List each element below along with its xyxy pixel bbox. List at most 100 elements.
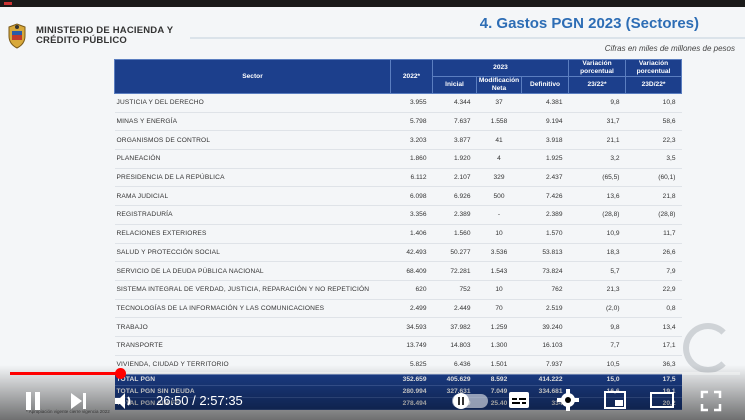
cell-sector: SISTEMA INTEGRAL DE VERDAD, JUSTICIA, RE… (114, 280, 391, 300)
cell-2022: 13.749 (390, 336, 433, 356)
next-icon[interactable] (68, 390, 90, 412)
cell-variacion-23d-22: (60,1) (625, 168, 682, 188)
cell-definitivo: 39.240 (521, 317, 569, 337)
miniplayer-icon[interactable] (604, 391, 626, 409)
table-row: SERVICIO DE LA DEUDA PÚBLICA NACIONAL 68.… (114, 261, 682, 281)
cell-inicial: 2.107 (432, 168, 477, 188)
cell-variacion-23-22: 5,7 (568, 261, 626, 281)
cell-inicial: 1.920 (432, 149, 477, 169)
theater-mode-icon[interactable] (650, 391, 674, 409)
cell-inicial: 37.982 (432, 317, 477, 337)
cell-2022: 6.098 (390, 186, 433, 207)
cell-variacion-23-22: 9,8 (568, 93, 626, 113)
cell-variacion-23-22: 21,1 (568, 130, 626, 151)
slide-title: 4. Gastos PGN 2023 (Sectores) (479, 15, 699, 32)
cell-modificacion: 3.536 (476, 243, 522, 263)
cell-variacion-23-22: 18,3 (568, 243, 626, 263)
header-variation-2: Variación porcentual (625, 59, 683, 77)
cell-variacion-23d-22: 7,9 (625, 261, 682, 281)
cell-inicial: 3.877 (432, 130, 477, 151)
cell-sector: SERVICIO DE LA DEUDA PÚBLICA NACIONAL (114, 261, 391, 281)
cell-variacion-23-22: 31,7 (568, 112, 626, 132)
title-divider (190, 37, 745, 39)
cell-inicial: 72.281 (432, 261, 477, 281)
cell-2022: 620 (390, 280, 433, 300)
budget-table: Sector 2022* 2023 Variación porcentual V… (114, 59, 683, 411)
cell-definitivo: 53.813 (521, 243, 569, 263)
cell-sector: RELACIONES EXTERIORES (114, 224, 391, 244)
table-row: JUSTICIA Y DEL DERECHO 3.955 4.344 37 4.381 9… (114, 93, 682, 113)
cell-inicial: 1.560 (432, 224, 477, 244)
cell-inicial: 50.277 (432, 243, 477, 263)
coat-of-arms-icon (8, 23, 26, 49)
header-definitivo: Definitivo (520, 76, 570, 94)
cell-modificacion: 10 (476, 280, 522, 300)
cell-sector: TRABAJO (114, 317, 391, 337)
cell-definitivo: 1.925 (521, 149, 569, 169)
cell-variacion-23d-22: 3,5 (625, 149, 682, 169)
cell-definitivo: 2.437 (521, 168, 569, 188)
cell-inicial: 2.449 (432, 299, 477, 319)
units-note: Cifras en miles de millones de pesos (604, 44, 735, 53)
cell-2022: 3.356 (390, 205, 433, 225)
autoplay-toggle[interactable] (452, 393, 488, 409)
cell-variacion-23-22: 3,2 (568, 149, 626, 169)
cell-definitivo: 3.918 (521, 130, 569, 151)
progress-played (10, 372, 121, 375)
settings-gear-icon[interactable] (556, 388, 580, 412)
cell-modificacion: 4 (476, 149, 522, 169)
cell-2022: 3.203 (390, 130, 433, 151)
cell-variacion-23-22: 7,7 (568, 336, 626, 356)
header-variation-1: Variación porcentual (568, 59, 627, 77)
cell-2022: 5.798 (390, 112, 433, 132)
cell-modificacion: 1.543 (476, 261, 522, 281)
cell-definitivo: 7.426 (521, 186, 569, 207)
cell-definitivo: 4.381 (521, 93, 569, 113)
cell-definitivo: 762 (521, 280, 569, 300)
cell-sector: MINAS Y ENERGÍA (114, 112, 391, 132)
header-sector: Sector (114, 59, 391, 94)
ministry-name: MINISTERIO DE HACIENDA Y CRÉDITO PÚBLICO (36, 26, 173, 46)
cell-variacion-23d-22: 13,4 (625, 317, 682, 337)
table-row: RAMA JUDICIAL 6.098 6.926 500 7.426 13,6 21,8 (114, 186, 682, 207)
cell-variacion-23d-22: 11,7 (625, 224, 682, 244)
progress-bar[interactable] (10, 368, 740, 379)
table-row: TECNOLOGÍAS DE LA INFORMACIÓN Y LAS COMU… (114, 299, 682, 319)
fullscreen-icon[interactable] (700, 390, 722, 412)
cell-variacion-23d-22: 22,9 (625, 280, 682, 300)
cell-inicial: 2.389 (432, 205, 477, 225)
video-player[interactable]: MINISTERIO DE HACIENDA Y CRÉDITO PÚBLICO… (0, 0, 745, 420)
cell-definitivo: 2.519 (521, 299, 569, 319)
cell-modificacion: 10 (476, 224, 522, 244)
header-variation-2-sub: 23D/22* (625, 76, 683, 94)
header-2023: 2023 (431, 59, 570, 77)
cell-modificacion: 500 (476, 186, 522, 207)
table-body: JUSTICIA Y DEL DERECHO 3.955 4.344 37 4.381 9… (114, 93, 682, 411)
status-dot (4, 2, 12, 5)
cell-variacion-23d-22: 58,6 (625, 112, 682, 132)
cell-sector: PRESIDENCIA DE LA REPÚBLICA (114, 168, 391, 188)
table-row: SALUD Y PROTECCIÓN SOCIAL 42.493 50.277 3.5… (114, 243, 682, 263)
time-display: 26:50 / 2:57:35 (156, 393, 243, 408)
cell-2022: 3.955 (390, 93, 433, 113)
pause-icon-bar (35, 392, 40, 410)
cell-definitivo: 16.103 (521, 336, 569, 356)
cell-inicial: 752 (432, 280, 477, 300)
ministry-name-line2: CRÉDITO PÚBLICO (36, 35, 127, 46)
pause-button[interactable] (22, 390, 44, 412)
cell-variacion-23-22: 13,6 (568, 186, 626, 207)
cell-modificacion: 70 (476, 299, 522, 319)
cell-definitivo: 9.194 (521, 112, 569, 132)
captions-icon[interactable] (508, 391, 530, 409)
cell-variacion-23d-22: 17,1 (625, 336, 682, 356)
cell-variacion-23d-22: 21,8 (625, 186, 682, 207)
cell-variacion-23-22: (65,5) (568, 168, 626, 188)
cell-modificacion: 1.259 (476, 317, 522, 337)
header-2022: 2022* (390, 59, 433, 94)
table-row: RELACIONES EXTERIORES 1.406 1.560 10 1.570 10… (114, 224, 682, 244)
cell-sector: SALUD Y PROTECCIÓN SOCIAL (114, 243, 391, 263)
volume-icon[interactable] (112, 389, 136, 413)
cell-definitivo: 2.389 (521, 205, 569, 225)
cell-variacion-23d-22: 10,8 (625, 93, 682, 113)
header-inicial: Inicial (432, 76, 477, 94)
